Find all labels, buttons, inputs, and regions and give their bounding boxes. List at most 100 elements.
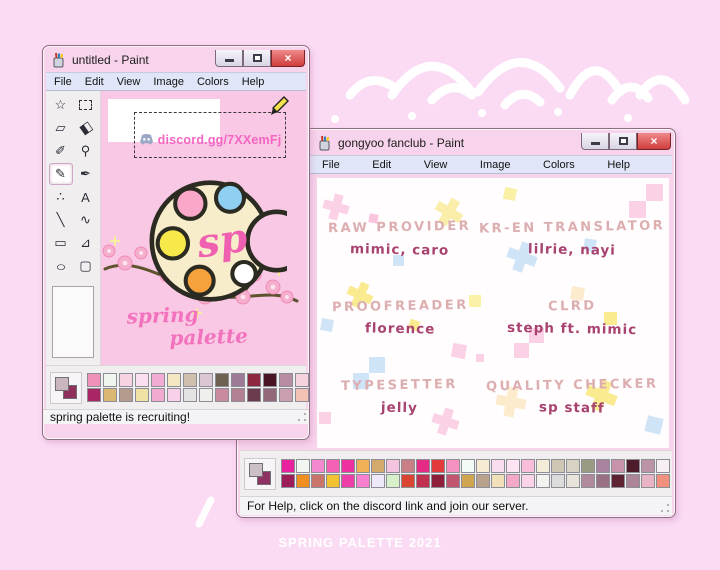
color-swatch[interactable] (119, 373, 133, 387)
color-swatch[interactable] (506, 474, 520, 488)
color-swatch[interactable] (611, 459, 625, 473)
paint-window-left[interactable]: untitled - Paint × FileEditViewImageColo… (42, 45, 310, 440)
color-swatch[interactable] (135, 388, 149, 402)
color-swatch[interactable] (311, 459, 325, 473)
menu-item-image[interactable]: Image (480, 159, 511, 171)
color-swatch[interactable] (611, 474, 625, 488)
color-swatch[interactable] (536, 459, 550, 473)
color-swatch[interactable] (461, 474, 475, 488)
color-swatch[interactable] (596, 474, 610, 488)
color-swatch[interactable] (295, 388, 309, 402)
color-swatch[interactable] (551, 459, 565, 473)
menu-item-file[interactable]: File (322, 159, 340, 171)
paint-canvas-right[interactable]: RAW PROVIDERmimic, caroKR-EN TRANSLATORl… (317, 178, 669, 448)
color-swatch[interactable] (296, 459, 310, 473)
tool-polygon-icon[interactable]: ⊿ (74, 232, 98, 254)
menu-item-edit[interactable]: Edit (85, 76, 104, 88)
tool-line-icon[interactable]: ╲ (49, 209, 73, 231)
color-swatch[interactable] (135, 373, 149, 387)
color-swatch[interactable] (151, 388, 165, 402)
color-swatch[interactable] (581, 459, 595, 473)
tool-ellipse-icon[interactable]: ○ (44, 255, 76, 277)
tool-text-icon[interactable]: A (74, 186, 98, 208)
color-swatch[interactable] (199, 373, 213, 387)
menu-item-help[interactable]: Help (242, 76, 265, 88)
color-swatch[interactable] (656, 474, 670, 488)
menu-item-file[interactable]: File (54, 76, 72, 88)
color-swatch[interactable] (641, 474, 655, 488)
color-swatch[interactable] (326, 474, 340, 488)
menu-item-image[interactable]: Image (153, 76, 184, 88)
color-swatch[interactable] (476, 459, 490, 473)
color-swatch[interactable] (386, 459, 400, 473)
color-swatch[interactable] (446, 459, 460, 473)
color-swatch[interactable] (183, 388, 197, 402)
tool-select-icon[interactable] (74, 94, 98, 116)
color-swatch[interactable] (626, 474, 640, 488)
color-swatch[interactable] (431, 459, 445, 473)
color-swatch[interactable] (386, 474, 400, 488)
color-swatch[interactable] (215, 388, 229, 402)
color-swatch[interactable] (263, 373, 277, 387)
color-swatch[interactable] (183, 373, 197, 387)
color-swatch[interactable] (87, 373, 101, 387)
tool-rectangle-icon[interactable]: ▭ (49, 232, 73, 254)
color-swatch[interactable] (371, 474, 385, 488)
tool-options-box[interactable] (52, 286, 94, 358)
color-swatch[interactable] (326, 459, 340, 473)
color-swatch[interactable] (521, 459, 535, 473)
color-swatch[interactable] (231, 373, 245, 387)
close-button[interactable]: × (271, 50, 305, 67)
color-swatch[interactable] (279, 373, 293, 387)
color-swatch[interactable] (281, 474, 295, 488)
color-swatch[interactable] (87, 388, 101, 402)
color-swatch[interactable] (231, 388, 245, 402)
resize-grip[interactable] (660, 503, 670, 513)
tool-eraser-icon[interactable]: ▱ (49, 117, 73, 139)
color-swatch[interactable] (167, 388, 181, 402)
color-swatch[interactable] (566, 459, 580, 473)
color-swatch[interactable] (356, 459, 370, 473)
color-swatch[interactable] (247, 373, 261, 387)
color-swatch[interactable] (215, 373, 229, 387)
minimize-button[interactable] (215, 50, 243, 67)
color-swatch[interactable] (103, 373, 117, 387)
color-swatch[interactable] (596, 459, 610, 473)
color-swatch[interactable] (103, 388, 117, 402)
color-swatch[interactable] (119, 388, 133, 402)
tool-curve-icon[interactable]: ∿ (74, 209, 98, 231)
current-colors-indicator[interactable] (50, 372, 82, 404)
tool-magnifier-icon[interactable]: ⚲ (74, 140, 98, 162)
color-swatch[interactable] (536, 474, 550, 488)
color-swatch[interactable] (341, 474, 355, 488)
color-swatch[interactable] (491, 459, 505, 473)
tool-pencil-icon[interactable]: ✎ (49, 163, 73, 185)
color-swatch[interactable] (341, 459, 355, 473)
color-swatch[interactable] (581, 474, 595, 488)
color-swatch[interactable] (356, 474, 370, 488)
color-swatch[interactable] (281, 459, 295, 473)
color-swatch[interactable] (247, 388, 261, 402)
color-swatch[interactable] (446, 474, 460, 488)
color-swatch[interactable] (521, 474, 535, 488)
color-swatch[interactable] (431, 474, 445, 488)
color-swatch[interactable] (461, 459, 475, 473)
menu-item-edit[interactable]: Edit (372, 159, 391, 171)
maximize-button[interactable] (609, 133, 637, 150)
color-swatch[interactable] (416, 474, 430, 488)
tool-free-form-select-icon[interactable]: ☆ (49, 94, 73, 116)
color-swatch[interactable] (371, 459, 385, 473)
color-swatch[interactable] (199, 388, 213, 402)
menu-item-view[interactable]: View (117, 76, 141, 88)
color-swatch[interactable] (296, 474, 310, 488)
current-colors-indicator[interactable] (244, 458, 276, 490)
maximize-button[interactable] (243, 50, 271, 67)
color-swatch[interactable] (167, 373, 181, 387)
color-swatch[interactable] (416, 459, 430, 473)
color-swatch[interactable] (491, 474, 505, 488)
menu-item-help[interactable]: Help (607, 159, 630, 171)
minimize-button[interactable] (581, 133, 609, 150)
resize-grip[interactable] (297, 412, 307, 422)
color-swatch[interactable] (551, 474, 565, 488)
tool-airbrush-icon[interactable]: ∴ (49, 186, 73, 208)
